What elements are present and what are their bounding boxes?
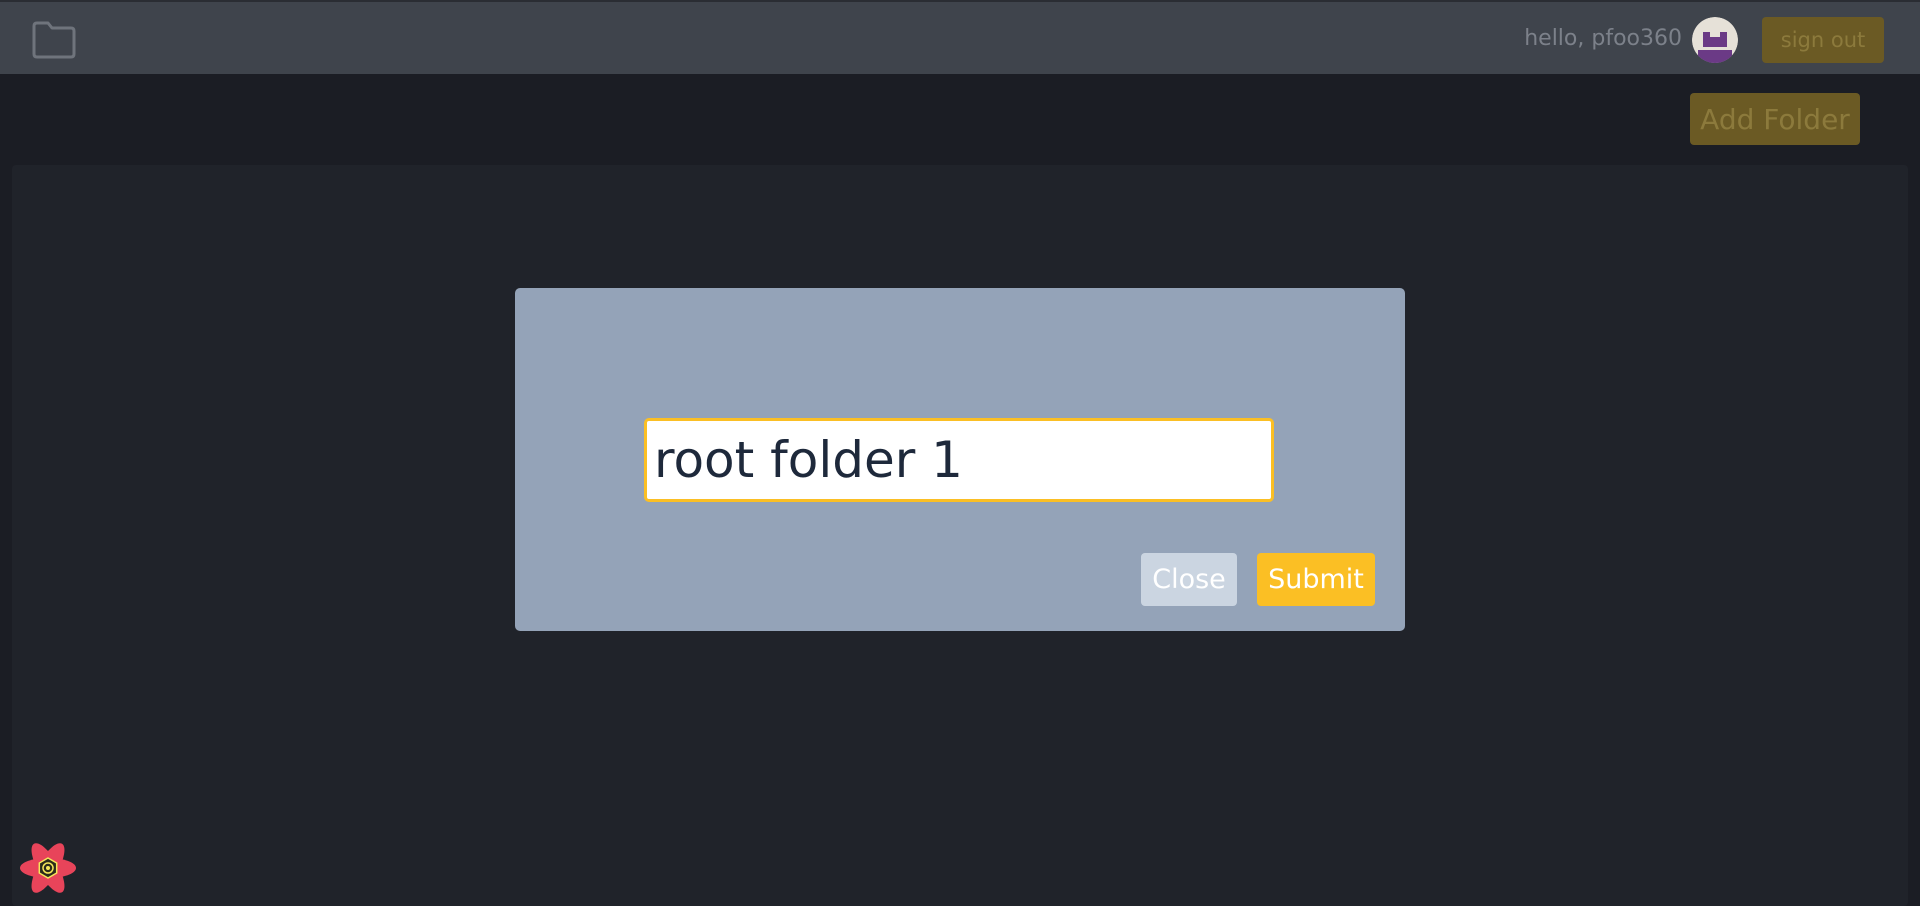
user-greeting: hello, pfoo360	[1524, 26, 1682, 51]
react-devtools-logo-icon[interactable]	[18, 840, 78, 896]
folder-name-input[interactable]	[644, 418, 1274, 502]
avatar[interactable]	[1692, 17, 1738, 63]
user-avatar-icon	[1692, 17, 1738, 63]
top-navbar: hello, pfoo360 sign out	[0, 0, 1920, 74]
sign-out-button[interactable]: sign out	[1762, 17, 1884, 63]
folder-icon[interactable]	[31, 20, 77, 60]
add-folder-modal: Close Submit	[515, 288, 1405, 631]
close-button[interactable]: Close	[1141, 553, 1237, 606]
add-folder-button[interactable]: Add Folder	[1690, 93, 1860, 145]
submit-button[interactable]: Submit	[1257, 553, 1375, 606]
